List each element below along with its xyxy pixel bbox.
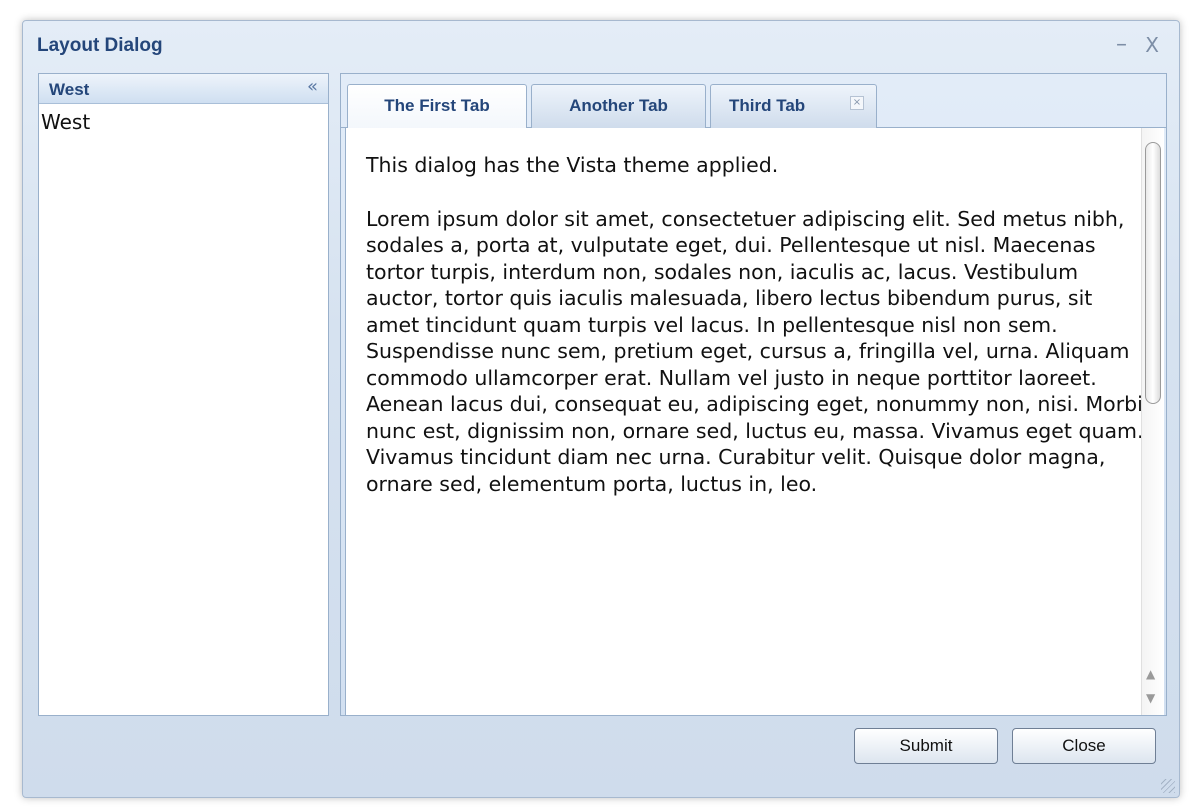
lorem-paragraph: Lorem ipsum dolor sit amet, consectetuer… xyxy=(366,206,1144,496)
tab-strip: The First Tab Another Tab Third Tab × xyxy=(341,74,1166,129)
vertical-scrollbar[interactable]: ▲ ▼ xyxy=(1141,128,1164,715)
minimize-icon[interactable]: – xyxy=(1116,31,1127,59)
scrollbar-thumb[interactable] xyxy=(1145,142,1161,404)
tab-label: Another Tab xyxy=(569,96,668,115)
close-button[interactable]: Close xyxy=(1012,728,1156,764)
resize-grip-icon[interactable] xyxy=(1161,779,1175,793)
close-icon[interactable]: X xyxy=(1145,31,1159,59)
center-panel: The First Tab Another Tab Third Tab × Th… xyxy=(340,73,1167,716)
collapse-icon[interactable]: « xyxy=(307,76,318,97)
tab-label: The First Tab xyxy=(384,96,490,115)
west-panel-body: West xyxy=(41,110,91,134)
scroll-down-icon[interactable]: ▼ xyxy=(1146,691,1155,705)
tab-close-icon[interactable]: × xyxy=(850,96,864,110)
tab-content-text: This dialog has the Vista theme applied.… xyxy=(366,152,1146,524)
tab-the-first-tab[interactable]: The First Tab xyxy=(347,84,527,129)
intro-paragraph: This dialog has the Vista theme applied. xyxy=(366,153,779,177)
scroll-up-icon[interactable]: ▲ xyxy=(1146,667,1155,681)
west-panel: West « West xyxy=(38,73,329,716)
layout-dialog: Layout Dialog – X West « West The First … xyxy=(22,20,1180,798)
west-panel-header: West « xyxy=(39,74,328,104)
submit-button[interactable]: Submit xyxy=(854,728,998,764)
dialog-titlebar[interactable]: Layout Dialog – X xyxy=(23,21,1179,73)
tab-third-tab[interactable]: Third Tab × xyxy=(710,84,877,128)
dialog-title: Layout Dialog xyxy=(37,35,163,56)
west-panel-title: West xyxy=(49,80,90,99)
tab-another-tab[interactable]: Another Tab xyxy=(531,84,706,128)
tab-content[interactable]: This dialog has the Vista theme applied.… xyxy=(345,128,1164,715)
